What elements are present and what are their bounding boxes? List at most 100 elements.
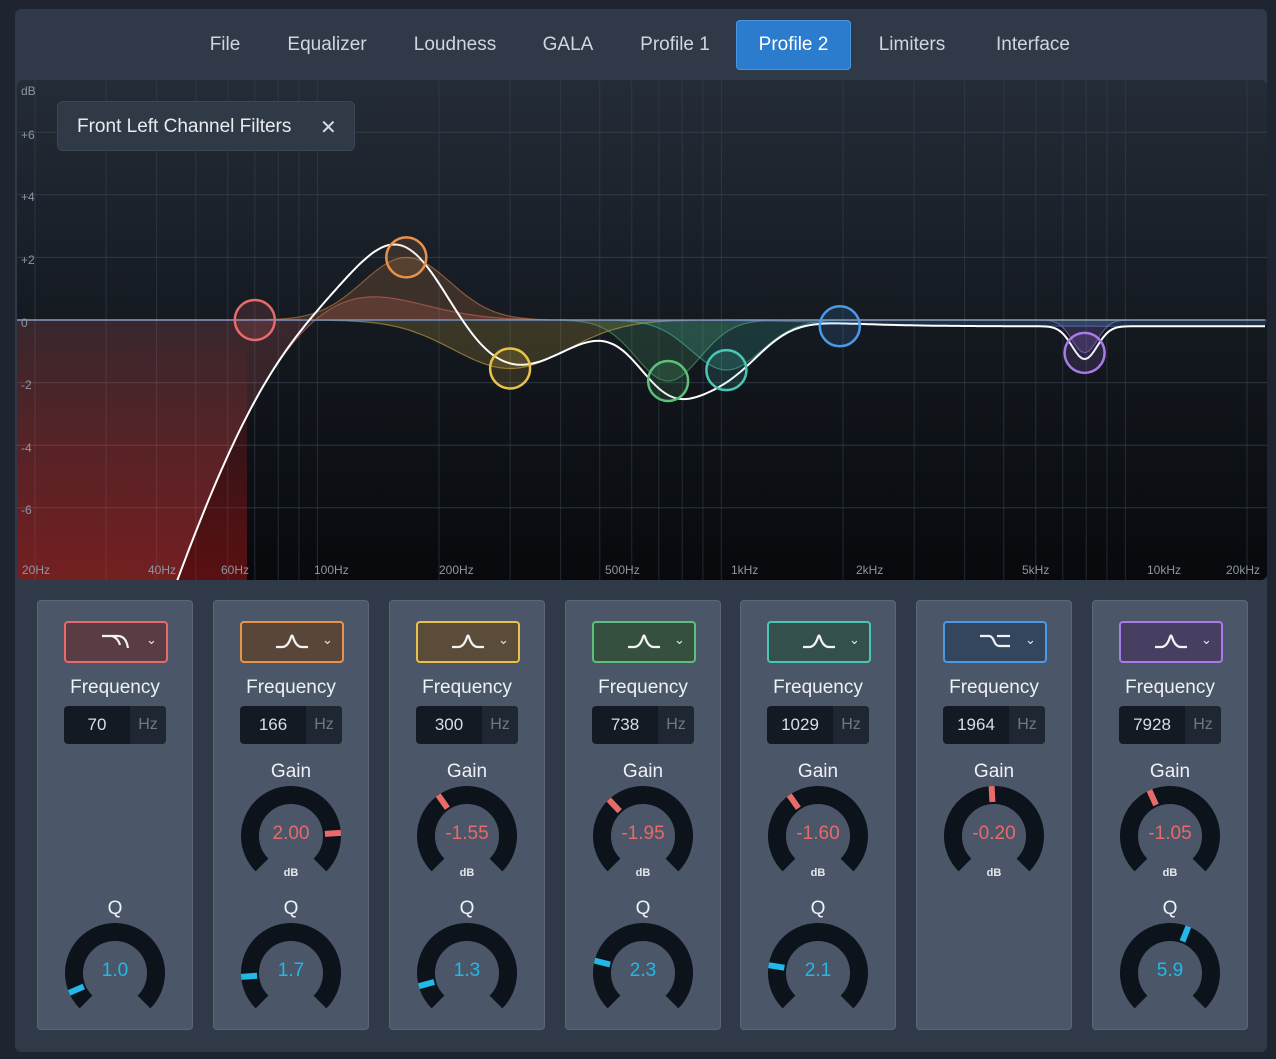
x-tick-label: 1kHz [731,563,759,577]
frequency-value[interactable]: 738 [592,706,658,744]
filter-node-handle[interactable] [233,298,277,342]
x-tick-label: 500Hz [605,563,640,577]
frequency-label: Frequency [949,677,1039,698]
frequency-value[interactable]: 1029 [767,706,833,744]
gain-unit: dB [1162,867,1178,879]
frequency-input[interactable]: 166 Hz [240,706,342,744]
filter-node-handle[interactable] [1063,331,1106,375]
gain-value: 2.00 [272,823,310,844]
gain-unit: dB [459,867,475,879]
peak-filter-icon [276,634,308,649]
gain-value: -0.20 [972,823,1016,844]
tab-profile-1[interactable]: Profile 1 [627,20,723,70]
gain-value: -1.05 [1148,823,1192,844]
y-tick-label: +6 [21,128,35,142]
frequency-input[interactable]: 7928 Hz [1119,706,1221,744]
q-value: 1.0 [101,960,129,981]
frequency-label: Frequency [422,677,512,698]
tab-bar: File Equalizer Loudness GALA Profile 1 P… [0,0,1276,80]
filter-type-select[interactable]: ⌄ [64,621,168,663]
filter-node-handle[interactable] [646,359,690,403]
x-tick-label: 10kHz [1147,563,1182,577]
filter-type-select[interactable]: ⌄ [592,621,696,663]
x-tick-label: 40Hz [148,563,177,577]
tab-interface[interactable]: Interface [982,20,1084,70]
tab-file[interactable]: File [195,20,255,70]
filter-panel: ⌄ Frequency 166 Hz Gain 2.00 dB Q 1.7 [213,600,369,1030]
filter-type-select[interactable]: ⌄ [767,621,871,663]
frequency-label: Frequency [1125,677,1215,698]
tab-gala[interactable]: GALA [532,20,604,70]
filter-panel: ⌄ Frequency 7928 Hz Gain -1.05 dB Q 5.9 [1092,600,1248,1030]
filter-node-handle[interactable] [705,348,748,392]
filter-panel: ⌄ Frequency 1029 Hz Gain -1.60 dB Q 2.1 [740,600,896,1030]
gain-unit: dB [986,867,1002,879]
tab-profile-2[interactable]: Profile 2 [736,20,851,70]
x-tick-label: 100Hz [314,563,349,577]
filter-type-select[interactable]: ⌄ [943,621,1047,663]
gain-unit: dB [810,867,826,879]
q-value: 2.3 [629,960,657,981]
x-tick-label: 5kHz [1022,563,1050,577]
peak-filter-icon [452,634,484,649]
filter-type-select[interactable]: ⌄ [416,621,520,663]
peak-filter-icon [628,634,660,649]
tab-equalizer[interactable]: Equalizer [275,20,379,70]
q-value: 1.7 [277,960,305,981]
q-value: 1.3 [453,960,481,981]
q-label: Q [810,898,826,919]
gain-label: Gain [622,761,664,782]
gain-label: Gain [973,761,1015,782]
y-tick-label: 0 [21,316,28,330]
filter-type-select[interactable]: ⌄ [1119,621,1223,663]
filter-panel: ⌄ Frequency 300 Hz Gain -1.55 dB Q 1.3 [389,600,545,1030]
x-tick-label: 60Hz [221,563,250,577]
gain-label: Gain [1149,761,1191,782]
q-label: Q [459,898,475,919]
gain-label: Gain [270,761,312,782]
hz-unit: Hz [658,706,694,744]
frequency-value[interactable]: 166 [240,706,306,744]
frequency-input[interactable]: 70 Hz [64,706,166,744]
q-label: Q [1162,898,1178,919]
shelf-filter-icon [980,634,1010,648]
x-tick-label: 2kHz [856,563,884,577]
frequency-input[interactable]: 300 Hz [416,706,518,744]
y-axis-unit: dB [21,84,36,98]
frequency-value[interactable]: 300 [416,706,482,744]
gain-unit: dB [635,867,651,879]
frequency-value[interactable]: 7928 [1119,706,1185,744]
y-tick-label: -6 [21,503,32,517]
peak-filter-icon [1155,634,1187,649]
hz-unit: Hz [482,706,518,744]
tab-loudness[interactable]: Loudness [401,20,509,70]
filter-type-select[interactable]: ⌄ [240,621,344,663]
filter-node-handle[interactable] [488,347,532,390]
frequency-label: Frequency [773,677,863,698]
x-tick-label: 20kHz [1226,563,1261,577]
frequency-label: Frequency [70,677,160,698]
x-tick-label: 200Hz [439,563,474,577]
y-tick-label: -4 [21,441,32,455]
gain-label: Gain [797,761,839,782]
chevron-down-icon: ⌄ [1201,632,1212,647]
q-label: Q [107,898,123,919]
peak-filter-icon [803,634,835,649]
tab-limiters[interactable]: Limiters [865,20,959,70]
q-value: 2.1 [804,960,832,981]
chevron-down-icon: ⌄ [322,632,333,647]
chevron-down-icon: ⌄ [498,632,509,647]
q-label: Q [283,898,299,919]
frequency-input[interactable]: 1029 Hz [767,706,869,744]
hz-unit: Hz [1185,706,1221,744]
channel-filters-title: Front Left Channel Filters [77,116,292,137]
gain-unit: dB [283,867,299,879]
eq-response-graph[interactable]: dB +6 +4 +2 0 -2 -4 -6 20Hz 40Hz 60Hz 10… [17,80,1267,580]
frequency-input[interactable]: 1964 Hz [943,706,1045,744]
filter-node-handle[interactable] [385,236,428,279]
close-icon[interactable]: ✕ [320,115,337,140]
frequency-input[interactable]: 738 Hz [592,706,694,744]
frequency-value[interactable]: 1964 [943,706,1009,744]
frequency-value[interactable]: 70 [64,706,130,744]
filter-node-handle[interactable] [818,305,862,348]
